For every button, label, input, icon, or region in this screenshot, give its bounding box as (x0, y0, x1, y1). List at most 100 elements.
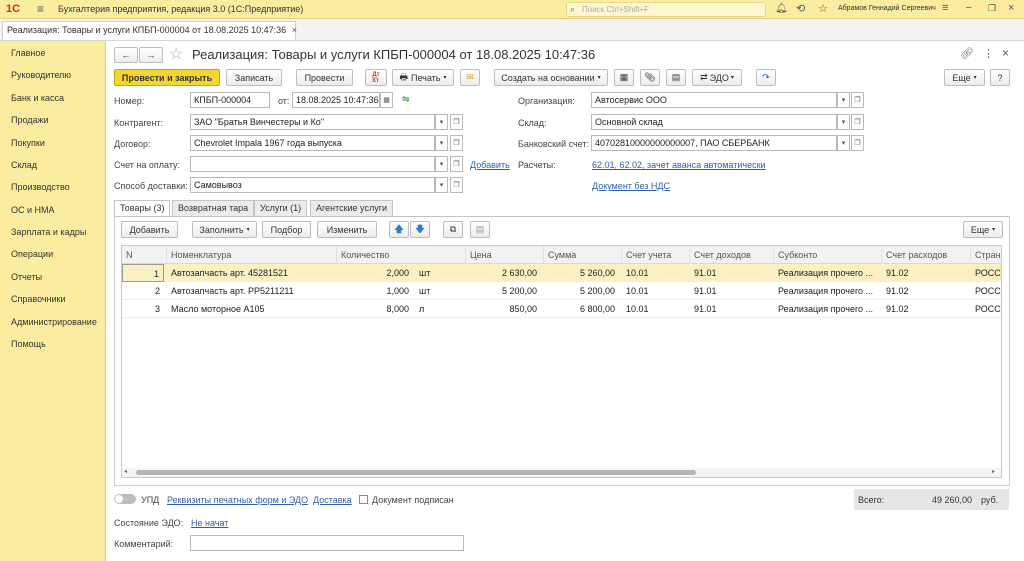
tab-agent-services[interactable]: Агентские услуги (310, 200, 394, 216)
attach-button[interactable]: 📎︎ (640, 69, 660, 86)
scroll-right-icon[interactable]: ▸ (992, 468, 995, 475)
invoice-open[interactable]: ❐ (450, 156, 463, 172)
menu-icon[interactable]: ≡ (37, 2, 44, 16)
sidebar-item-operations[interactable]: Операции (11, 249, 53, 259)
counterparty-dropdown[interactable]: ▾ (435, 114, 448, 130)
fill-button[interactable]: Заполнить ▾ (192, 221, 257, 238)
paste-button[interactable]: ▤ (470, 221, 490, 238)
tab-document[interactable]: Реализация: Товары и услуги КПБП-000004 … (2, 21, 297, 40)
column-header-quantity[interactable]: Количество (337, 246, 466, 264)
history-icon[interactable]: ⟲ (796, 2, 805, 15)
global-search[interactable]: ⌕ Поиск Ctrl+Shift+F (566, 2, 766, 17)
tab-returnable-packaging[interactable]: Возвратная тара (172, 200, 255, 216)
sidebar-item-sales[interactable]: Продажи (11, 115, 49, 125)
star-icon[interactable]: ☆ (818, 2, 828, 15)
forward-button[interactable]: → (139, 47, 163, 63)
sidebar-item-reports[interactable]: Отчеты (11, 272, 42, 282)
bank-account-dropdown[interactable]: ▾ (837, 135, 850, 151)
user-name[interactable]: Абрамов Геннадий Сергеевич (838, 5, 936, 12)
table-row[interactable]: 2 Автозапчасть арт. PP5211211 1,000 шт 5… (122, 282, 1001, 300)
column-header-subconto[interactable]: Субконто (774, 246, 882, 264)
invoice-add-link[interactable]: Добавить (470, 160, 510, 170)
create-based-on-button[interactable]: Создать на основании ▾ (494, 69, 608, 86)
organization-dropdown[interactable]: ▾ (837, 92, 850, 108)
organization-open[interactable]: ❐ (851, 92, 864, 108)
contract-field[interactable]: Chevrolet Impala 1967 года выпуска (190, 135, 435, 151)
go-to-button[interactable]: ↷ (756, 69, 776, 86)
bell-icon[interactable]: 🔔︎ (775, 3, 788, 14)
sidebar-item-warehouse[interactable]: Склад (11, 160, 37, 170)
settings-menu-icon[interactable]: ≡ (942, 2, 948, 14)
more-button[interactable]: Еще ▾ (944, 69, 985, 86)
help-button[interactable]: ? (990, 69, 1010, 86)
change-button[interactable]: Изменить (317, 221, 377, 238)
print-button[interactable]: 🖶 Печать ▾ (392, 69, 454, 86)
column-header-account[interactable]: Счет учета (622, 246, 690, 264)
counterparty-field[interactable]: ЗАО "Братья Винчестеры и Ко" (190, 114, 435, 130)
minimize-icon[interactable]: – (966, 2, 972, 13)
column-header-price[interactable]: Цена (466, 246, 544, 264)
more-vertical-icon[interactable]: ⋮ (983, 47, 994, 60)
warehouse-dropdown[interactable]: ▾ (837, 114, 850, 130)
tab-services[interactable]: Услуги (1) (254, 200, 308, 216)
post-and-close-button[interactable]: Провести и закрыть (114, 69, 220, 86)
link-icon[interactable]: 🔗︎ (960, 47, 974, 60)
post-button[interactable]: Провести (296, 69, 353, 86)
organization-field[interactable]: Автосервис ООО (591, 92, 837, 108)
contract-open[interactable]: ❐ (450, 135, 463, 151)
journal-button[interactable]: ▤ (666, 69, 686, 86)
bank-account-field[interactable]: 40702810000000000007, ПАО СБЕРБАНК (591, 135, 837, 151)
warehouse-field[interactable]: Основной склад (591, 114, 837, 130)
vat-link[interactable]: Документ без НДС (592, 181, 670, 191)
sidebar-item-main[interactable]: Главное (11, 48, 45, 58)
print-forms-link[interactable]: Реквизиты печатных форм и ЭДО (167, 495, 308, 505)
close-document-icon[interactable]: × (1002, 46, 1009, 60)
back-button[interactable]: ← (114, 47, 138, 63)
sidebar-item-catalogs[interactable]: Справочники (11, 294, 66, 304)
sidebar-item-payroll[interactable]: Зарплата и кадры (11, 227, 86, 237)
warehouse-open[interactable]: ❐ (851, 114, 864, 130)
table-row[interactable]: 3 Масло моторное А105 8,000 л 850,00 6 8… (122, 300, 1001, 318)
move-down-button[interactable]: 🡇 (410, 221, 430, 238)
column-header-n[interactable]: N (122, 246, 167, 264)
column-header-country[interactable]: Страна (971, 246, 1001, 264)
scrollbar-thumb[interactable] (136, 470, 696, 475)
restore-icon[interactable]: ❐ (988, 3, 996, 14)
settlements-link[interactable]: 62.01, 62.02, зачет аванса автоматически (592, 160, 766, 170)
edo-state-link[interactable]: Не начат (191, 518, 228, 528)
add-row-button[interactable]: Добавить (121, 221, 178, 238)
counterparty-open[interactable]: ❐ (450, 114, 463, 130)
column-header-amount[interactable]: Сумма (544, 246, 622, 264)
number-field[interactable]: КПБП-000004 (190, 92, 270, 108)
delivery-open[interactable]: ❐ (450, 177, 463, 193)
sidebar-item-production[interactable]: Производство (11, 182, 70, 192)
email-button[interactable]: ✉ (460, 69, 480, 86)
sidebar-item-manager[interactable]: Руководителю (11, 70, 71, 80)
date-field[interactable]: 18.08.2025 10:47:36 (292, 92, 380, 108)
move-up-button[interactable]: 🡅 (389, 221, 409, 238)
date-settings-icon[interactable]: ⇋ (402, 94, 410, 105)
sidebar-item-admin[interactable]: Администрирование (11, 317, 97, 327)
1c-logo-icon[interactable]: 1С (6, 3, 20, 15)
bank-account-open[interactable]: ❐ (851, 135, 864, 151)
horizontal-scrollbar[interactable]: ◂ ▸ (122, 468, 1001, 477)
favorite-star-icon[interactable]: ☆ (169, 44, 183, 64)
sidebar-item-bank[interactable]: Банк и касса (11, 93, 64, 103)
column-header-expense-account[interactable]: Счет расходов (882, 246, 971, 264)
column-header-income-account[interactable]: Счет доходов (690, 246, 774, 264)
delivery-field[interactable]: Самовывоз (190, 177, 435, 193)
tab-goods[interactable]: Товары (3) (114, 200, 171, 217)
contract-dropdown[interactable]: ▾ (435, 135, 448, 151)
column-header-item[interactable]: Номенклатура (167, 246, 337, 264)
scroll-left-icon[interactable]: ◂ (124, 468, 127, 475)
edo-button[interactable]: ⇄ ЭДО ▾ (692, 69, 742, 86)
pick-button[interactable]: Подбор (262, 221, 311, 238)
upd-toggle[interactable] (114, 494, 136, 504)
sidebar-item-assets[interactable]: ОС и НМА (11, 205, 55, 215)
copy-button[interactable]: ⧉ (443, 221, 463, 238)
sidebar-item-help[interactable]: Помощь (11, 339, 46, 349)
table-row[interactable]: 1 Автозапчасть арт. 45281521 2,000 шт 2 … (122, 264, 1001, 282)
invoice-field[interactable] (190, 156, 435, 172)
calendar-button[interactable]: ▦ (380, 92, 393, 108)
signed-checkbox[interactable] (359, 495, 368, 504)
